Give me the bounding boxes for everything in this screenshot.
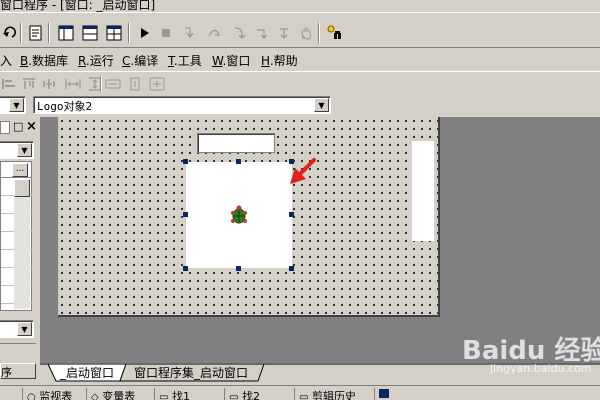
resize-handle[interactable]: [183, 266, 188, 271]
resize-handle[interactable]: [236, 159, 241, 164]
main-toolbar: [0, 12, 600, 48]
menu-window[interactable]: W.窗口: [212, 52, 250, 69]
toolbar-separator: [48, 23, 50, 43]
status-extra[interactable]: [374, 388, 389, 400]
chevron-down-icon[interactable]: ▼: [314, 98, 329, 112]
same-height-icon[interactable]: [126, 76, 144, 92]
status-variables[interactable]: ◇ 变量表: [86, 388, 135, 400]
status-bar: ○ 监视表 ◇ 变量表 ▭ 找1 ▭ 找2 ▭ 剪辑历史: [0, 385, 600, 400]
property-panel: □ × ▼ ... ▼ 序: [0, 117, 38, 385]
layout-toolbar: [0, 71, 600, 95]
component-combo[interactable]: ▼: [0, 96, 26, 114]
panel-bottom-tab[interactable]: 序: [0, 363, 36, 379]
print-preview-icon[interactable]: [26, 23, 46, 43]
property-object-combo[interactable]: ▼: [0, 141, 34, 159]
panel-header: □ ×: [0, 119, 38, 135]
same-width-icon[interactable]: [104, 76, 122, 92]
close-icon[interactable]: ×: [26, 119, 37, 134]
step-back-icon[interactable]: [252, 23, 272, 43]
same-size-icon[interactable]: [148, 76, 166, 92]
pin-icon[interactable]: □: [13, 120, 23, 133]
step-cursor-icon[interactable]: [274, 23, 294, 43]
tab-start-window[interactable]: _启动窗口: [46, 364, 114, 382]
menu-insert[interactable]: 入: [0, 52, 12, 69]
edit-box-control[interactable]: [197, 133, 275, 153]
hand-icon[interactable]: [296, 23, 316, 43]
resize-handle[interactable]: [289, 212, 294, 217]
step-out-icon[interactable]: [228, 23, 248, 43]
align-top-icon[interactable]: [20, 76, 38, 92]
find-icon[interactable]: [324, 23, 344, 43]
status-clip-history[interactable]: ▭ 剪辑历史: [294, 388, 356, 400]
redo-icon[interactable]: [0, 23, 20, 43]
window-title: 窗口程序 - [窗口: _启动窗口]: [0, 0, 156, 12]
watermark-url: jingyan.baidu.com: [490, 362, 592, 375]
window-layout-icon[interactable]: [56, 23, 76, 43]
toolbar-separator: [100, 76, 102, 92]
chevron-down-icon[interactable]: ▼: [9, 98, 24, 112]
ellipsis-button[interactable]: ...: [12, 163, 28, 177]
chevron-down-icon[interactable]: ▼: [17, 322, 32, 336]
turtle-icon: [231, 205, 247, 224]
menu-bar: 入 B.数据库 R.运行 C.编译 T.工具 W.窗口 H.帮助: [0, 48, 600, 71]
property-scrollbar[interactable]: [14, 179, 30, 309]
chevron-down-icon[interactable]: ▼: [17, 143, 32, 157]
title-bar: 窗口程序 - [窗口: _启动窗口]: [0, 0, 600, 12]
toolbar-separator: [20, 23, 22, 43]
status-find1[interactable]: ▭ 找1: [154, 388, 190, 400]
stop-icon[interactable]: [156, 23, 176, 43]
space-horizontal-icon[interactable]: [64, 76, 82, 92]
toolbar-separator: [128, 23, 130, 43]
annotation-arrow-icon: [290, 158, 316, 184]
align-middle-icon[interactable]: [40, 76, 58, 92]
side-panel-strip: [412, 141, 434, 241]
resize-handle[interactable]: [289, 266, 294, 271]
menu-tools[interactable]: T.工具: [168, 52, 202, 69]
align-left-icon[interactable]: [0, 76, 18, 92]
resize-handle[interactable]: [183, 159, 188, 164]
object-combo[interactable]: Logo对象2 ▼: [33, 96, 331, 114]
menu-run[interactable]: R.运行: [78, 52, 114, 69]
status-watch[interactable]: ○ 监视表: [22, 388, 72, 400]
menu-help[interactable]: H.帮助: [261, 52, 298, 69]
logo-object[interactable]: [186, 162, 292, 268]
window-split-icon[interactable]: [80, 23, 100, 43]
object-combo-value: Logo对象2: [37, 100, 93, 113]
run-icon[interactable]: [134, 23, 154, 43]
scrollbar-thumb[interactable]: [14, 179, 30, 197]
resize-handle[interactable]: [236, 266, 241, 271]
toolbar-separator: [318, 23, 320, 43]
step-in-icon[interactable]: [180, 23, 200, 43]
property-value-combo[interactable]: ▼: [0, 320, 34, 338]
resize-handle[interactable]: [183, 212, 188, 217]
panel-tab-strip: [0, 343, 36, 359]
menu-database[interactable]: B.数据库: [20, 52, 68, 69]
tab-window-assembly[interactable]: 窗口程序集_启动窗口: [120, 364, 248, 382]
menu-compile[interactable]: C.编译: [122, 52, 158, 69]
table-icon[interactable]: [104, 23, 124, 43]
object-selector-row: ▼ Logo对象2 ▼: [0, 95, 600, 115]
step-over-icon[interactable]: [204, 23, 224, 43]
status-find2[interactable]: ▭ 找2: [224, 388, 260, 400]
